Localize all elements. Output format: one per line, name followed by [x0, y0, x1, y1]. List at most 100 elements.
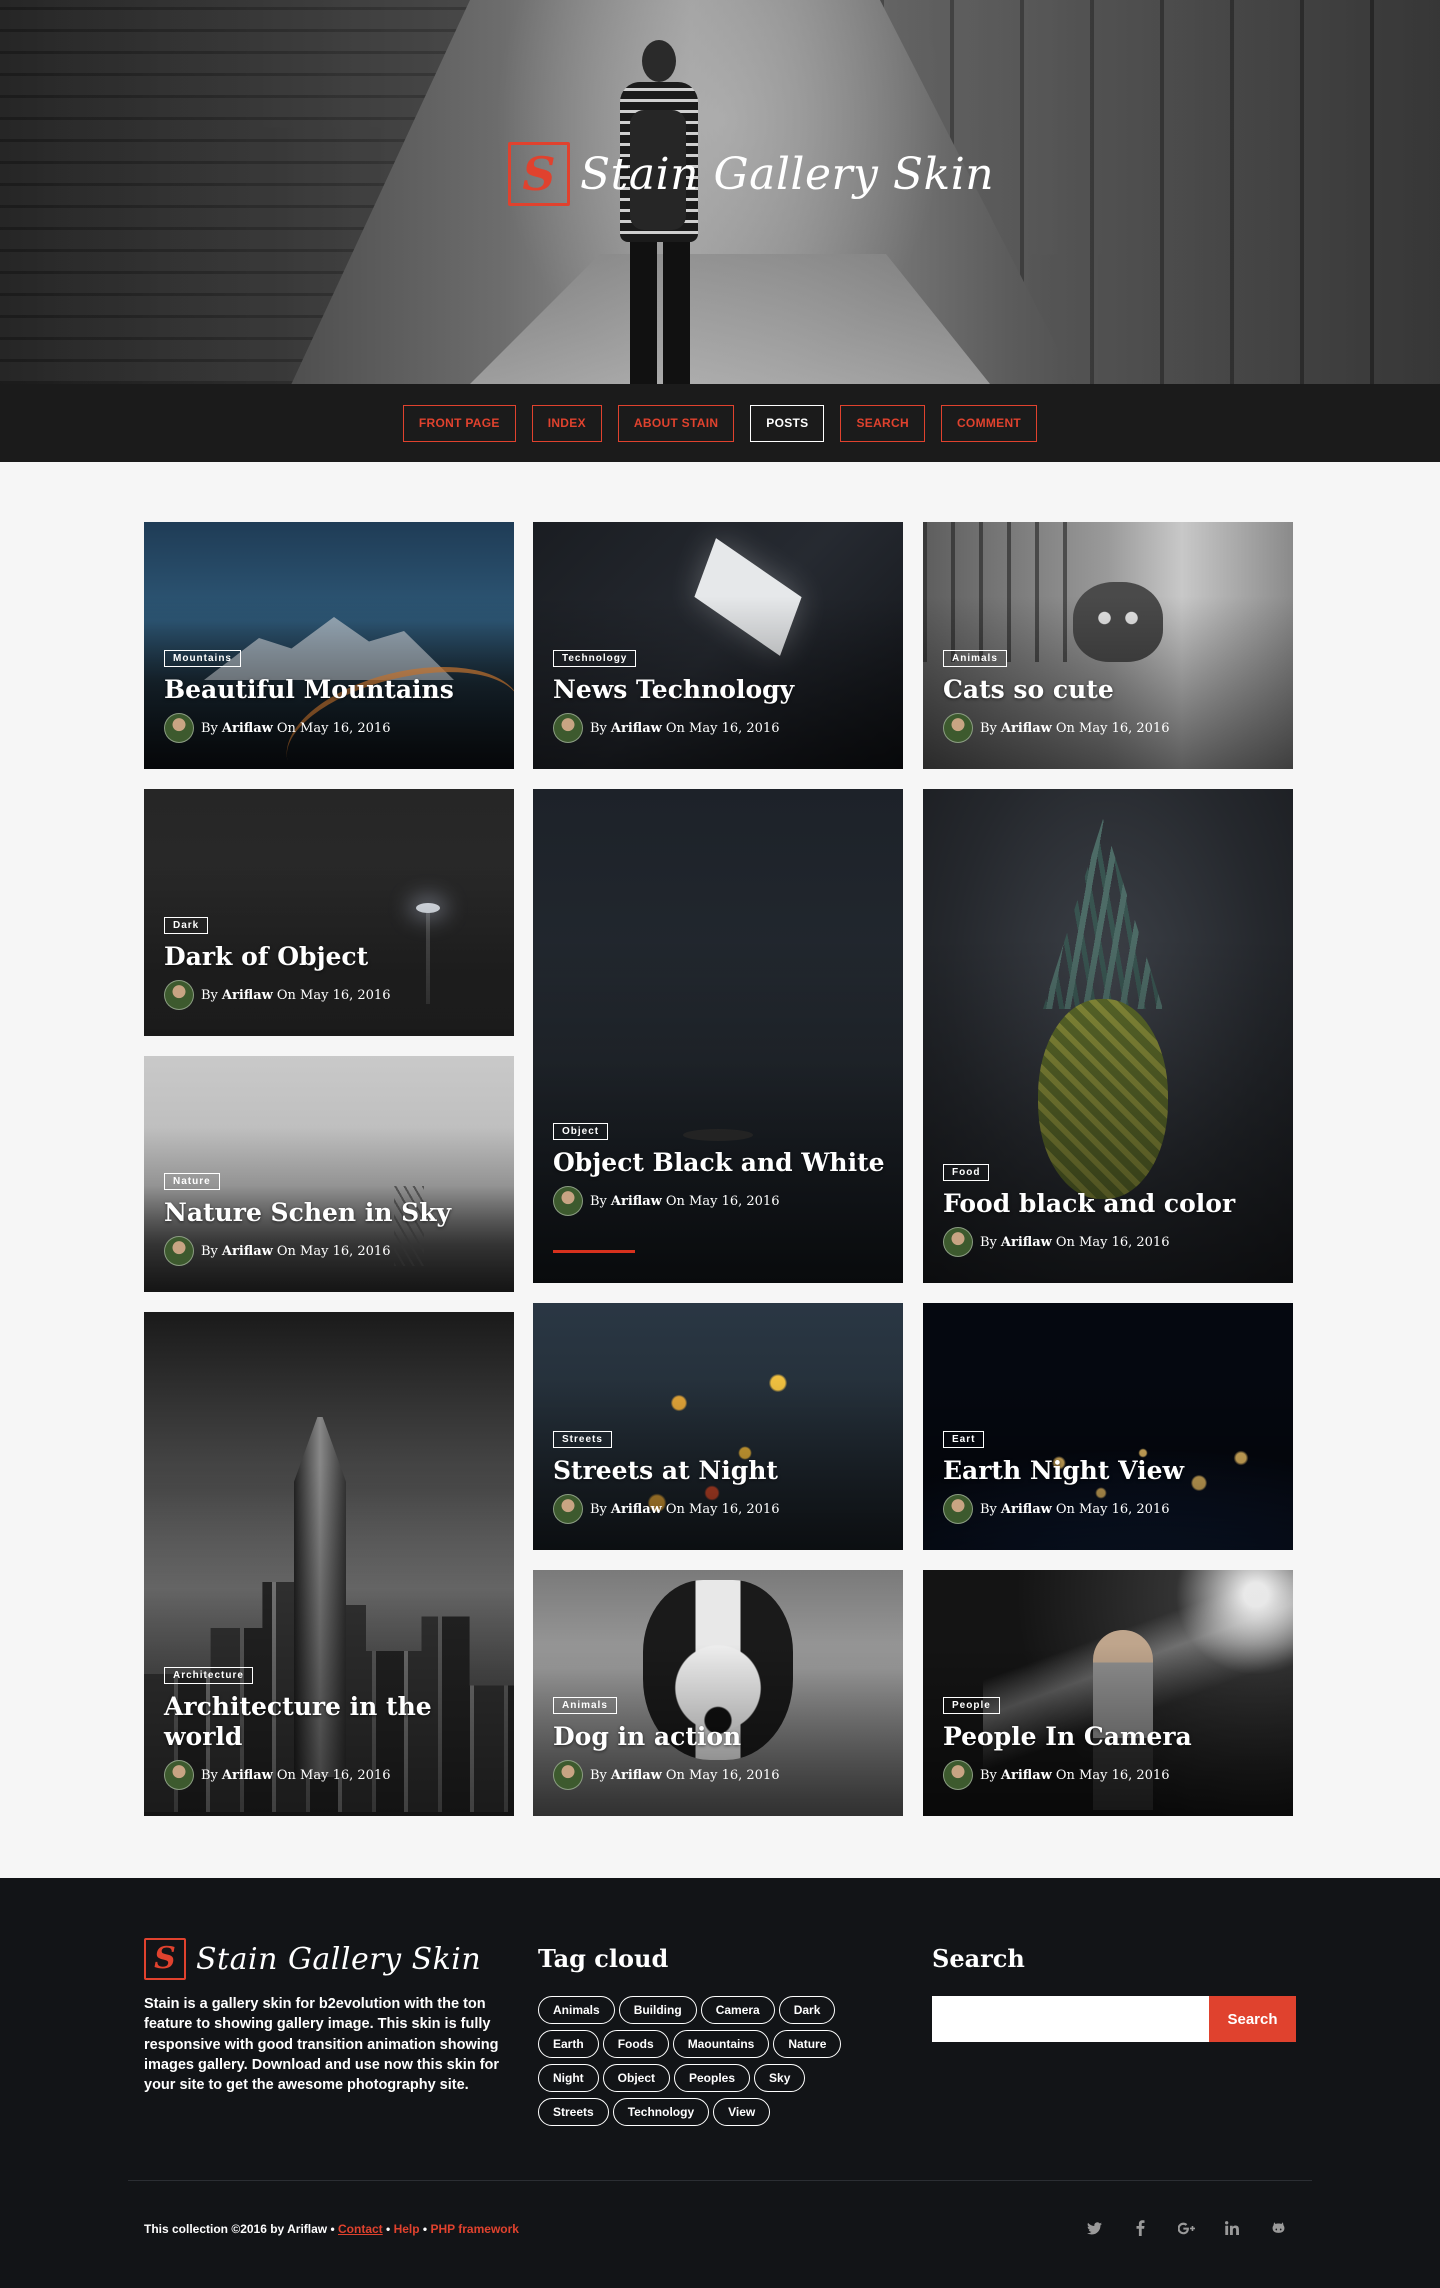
author-name[interactable]: Ariflaw [222, 1768, 273, 1783]
tag-pill[interactable]: Streets [538, 2098, 609, 2126]
author-name[interactable]: Ariflaw [1001, 1768, 1052, 1783]
author-name[interactable]: Ariflaw [1001, 1235, 1052, 1250]
google-plus-icon[interactable] [1172, 2214, 1200, 2242]
post-tag[interactable]: People [943, 1697, 1000, 1714]
nav-search[interactable]: SEARCH [840, 404, 925, 442]
facebook-icon[interactable] [1126, 2214, 1154, 2242]
tag-pill[interactable]: Maountains [672, 2030, 770, 2058]
footer-search-form: Search [932, 1996, 1296, 2042]
post-card[interactable]: Object Object Black and White By Ariflaw… [533, 789, 903, 1283]
author-name[interactable]: Ariflaw [222, 721, 273, 736]
hero-image-person [610, 40, 706, 384]
post-title[interactable]: People In Camera [943, 1722, 1277, 1752]
separator: • [422, 2222, 428, 2236]
tag-pill[interactable]: Peoples [674, 2064, 751, 2092]
post-tag[interactable]: Animals [943, 650, 1007, 667]
post-title[interactable]: Dog in action [553, 1722, 887, 1752]
tag-pill[interactable]: Nature [773, 2030, 842, 2058]
byline-on: On [276, 720, 296, 736]
linkedin-icon[interactable] [1218, 2214, 1246, 2242]
post-tag[interactable]: Animals [553, 1697, 617, 1714]
post-tag[interactable]: Mountains [164, 650, 241, 667]
post-tag[interactable]: Object [553, 1123, 609, 1140]
tag-pill[interactable]: Sky [754, 2064, 806, 2092]
byline-on: On [1055, 1767, 1075, 1783]
post-date: May 16, 2016 [300, 720, 391, 736]
post-title[interactable]: Beautiful Mountains [164, 675, 498, 705]
post-tag[interactable]: Food [943, 1164, 990, 1181]
post-tag[interactable]: Architecture [164, 1667, 253, 1684]
author-name[interactable]: Ariflaw [1001, 721, 1052, 736]
tag-pill[interactable]: Object [602, 2064, 670, 2092]
post-title[interactable]: Architecture in the world [164, 1692, 498, 1752]
post-card[interactable]: Dark Dark of Object By Ariflaw On May 16… [144, 789, 514, 1036]
author-name[interactable]: Ariflaw [611, 1194, 662, 1209]
github-icon[interactable] [1264, 2214, 1292, 2242]
footer-logo[interactable]: S Stain Gallery Skin [144, 1938, 481, 1980]
post-card[interactable]: Technology News Technology By Ariflaw On… [533, 522, 903, 769]
post-card[interactable]: Animals Cats so cute By Ariflaw On May 1… [923, 522, 1293, 769]
tag-pill[interactable]: Earth [538, 2030, 599, 2058]
post-byline: By Ariflaw On May 16, 2016 [943, 1494, 1277, 1524]
author-avatar [164, 1236, 194, 1266]
search-input[interactable] [932, 1996, 1209, 2042]
tag-pill[interactable]: Technology [612, 2098, 710, 2126]
byline-on: On [665, 720, 685, 736]
post-card[interactable]: People People In Camera By Ariflaw On Ma… [923, 1570, 1293, 1816]
post-title[interactable]: Dark of Object [164, 942, 498, 972]
byline-on: On [1055, 720, 1075, 736]
post-tag[interactable]: Streets [553, 1431, 612, 1448]
help-link[interactable]: Help [394, 2222, 420, 2236]
author-name[interactable]: Ariflaw [611, 1768, 662, 1783]
nav-comment[interactable]: COMMENT [940, 404, 1038, 442]
tag-pill[interactable]: Camera [700, 1996, 775, 2024]
nav-front-page[interactable]: FRONT PAGE [402, 404, 516, 442]
byline-by: By [590, 1501, 607, 1517]
post-byline: By Ariflaw On May 16, 2016 [164, 1236, 498, 1266]
post-card[interactable]: Mountains Beautiful Mountains By Ariflaw… [144, 522, 514, 769]
tag-pill[interactable]: Night [538, 2064, 599, 2092]
tag-pill[interactable]: Foods [602, 2030, 669, 2058]
post-card[interactable]: Animals Dog in action By Ariflaw On May … [533, 1570, 903, 1816]
post-card[interactable]: Nature Nature Schen in Sky By Ariflaw On… [144, 1056, 514, 1292]
byline-on: On [665, 1767, 685, 1783]
post-title[interactable]: Earth Night View [943, 1456, 1277, 1486]
post-tag[interactable]: Dark [164, 917, 209, 934]
nav-index[interactable]: INDEX [531, 404, 602, 442]
post-card[interactable]: Food Food black and color By Ariflaw On … [923, 789, 1293, 1283]
twitter-icon[interactable] [1080, 2214, 1108, 2242]
site-logo[interactable]: S Stain Gallery Skin [508, 142, 994, 206]
author-name[interactable]: Ariflaw [222, 988, 273, 1003]
author-avatar [943, 1227, 973, 1257]
php-framework-link[interactable]: PHP framework [430, 2222, 518, 2236]
post-card[interactable]: Eart Earth Night View By Ariflaw On May … [923, 1303, 1293, 1550]
tag-cloud-heading: Tag cloud [538, 1944, 669, 1973]
post-title[interactable]: Cats so cute [943, 675, 1277, 705]
author-name[interactable]: Ariflaw [611, 1502, 662, 1517]
gallery-grid: Mountains Beautiful Mountains By Ariflaw… [0, 462, 1440, 1878]
tag-pill[interactable]: Building [618, 1996, 697, 2024]
post-title[interactable]: Object Black and White [553, 1148, 887, 1178]
author-name[interactable]: Ariflaw [1001, 1502, 1052, 1517]
nav-about-stain[interactable]: ABOUT STAIN [617, 404, 735, 442]
separator: • [386, 2222, 391, 2236]
post-title[interactable]: Streets at Night [553, 1456, 887, 1486]
author-name[interactable]: Ariflaw [611, 721, 662, 736]
byline-by: By [201, 720, 218, 736]
post-tag[interactable]: Eart [943, 1431, 985, 1448]
post-tag[interactable]: Nature [164, 1173, 220, 1190]
post-card[interactable]: Streets Streets at Night By Ariflaw On M… [533, 1303, 903, 1550]
author-name[interactable]: Ariflaw [222, 1244, 273, 1259]
contact-link[interactable]: Contact [338, 2222, 383, 2236]
tag-pill[interactable]: Animals [538, 1996, 615, 2024]
tag-pill[interactable]: View [713, 2098, 771, 2126]
nav-posts[interactable]: POSTS [750, 404, 825, 442]
byline-on: On [276, 1767, 296, 1783]
post-title[interactable]: Food black and color [943, 1189, 1277, 1219]
tag-pill[interactable]: Dark [778, 1996, 836, 2024]
post-tag[interactable]: Technology [553, 650, 637, 667]
post-title[interactable]: Nature Schen in Sky [164, 1198, 498, 1228]
post-title[interactable]: News Technology [553, 675, 887, 705]
search-button[interactable]: Search [1209, 1996, 1296, 2042]
post-card[interactable]: Architecture Architecture in the world B… [144, 1312, 514, 1816]
